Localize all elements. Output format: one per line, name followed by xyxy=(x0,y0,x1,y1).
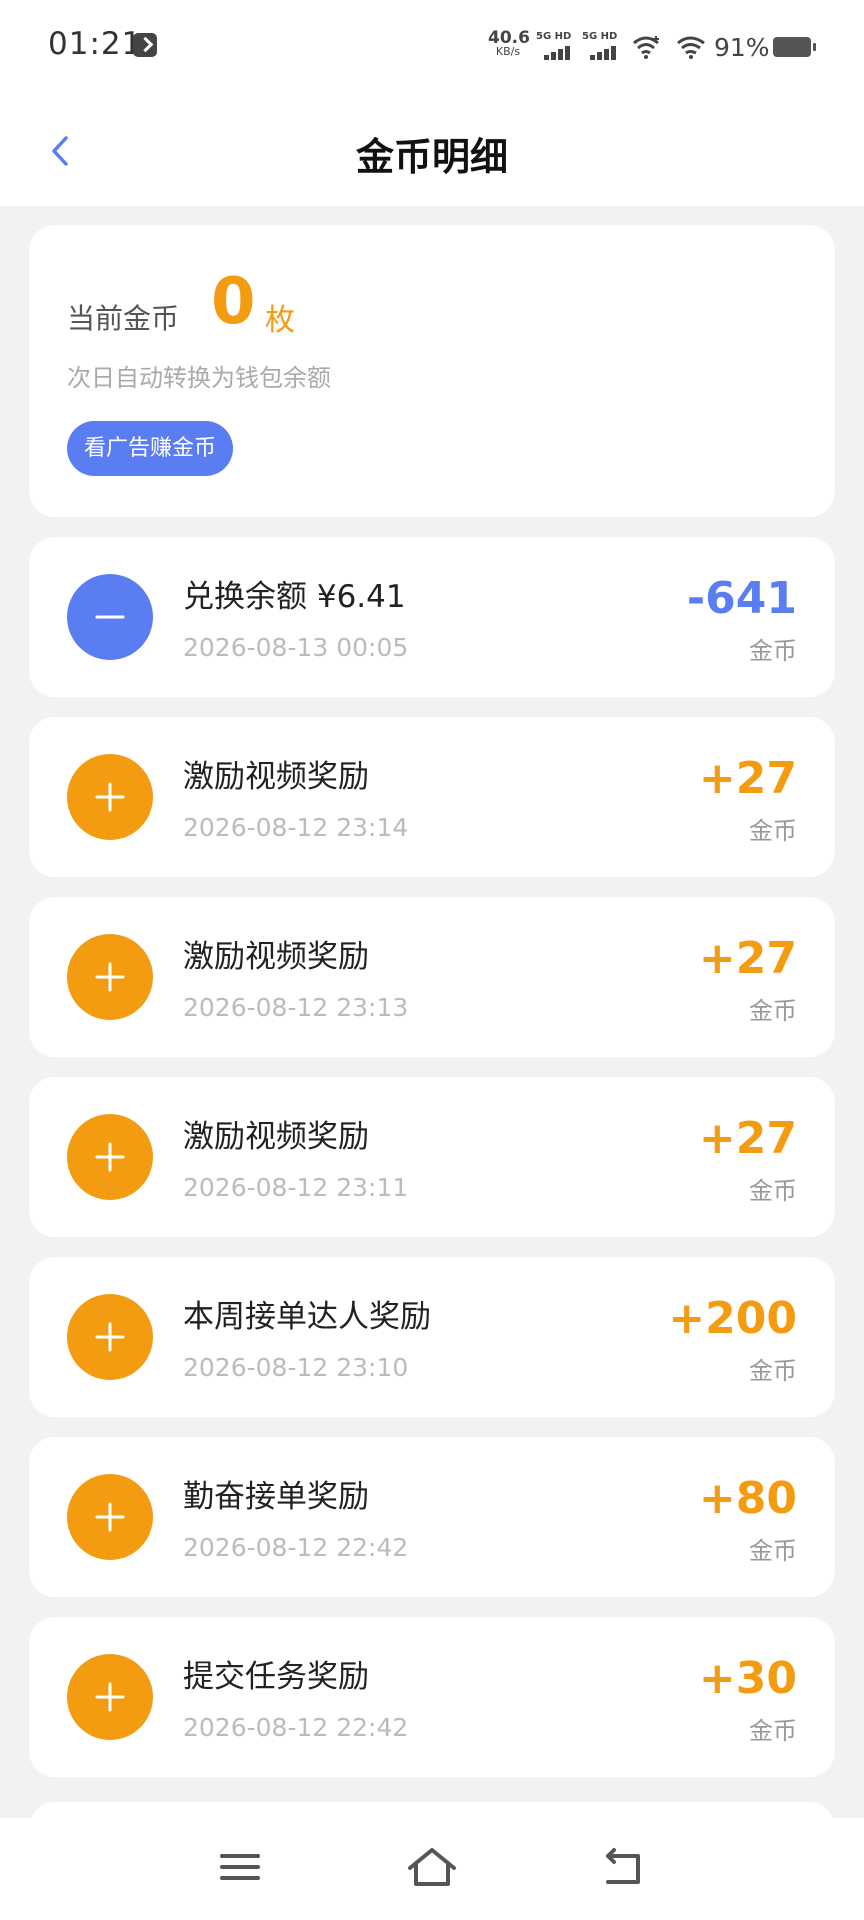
transaction-row[interactable]: 本周接单达人奖励 2026-08-12 23:10 +200 金币 xyxy=(29,1257,835,1417)
transaction-amount: +80 xyxy=(698,1473,797,1524)
current-coins-label: 当前金币 xyxy=(67,302,180,335)
transaction-row[interactable]: 激励视频奖励 2026-08-12 23:13 +27 金币 xyxy=(29,897,835,1057)
notification-app-icon xyxy=(133,33,157,57)
system-nav-bar xyxy=(0,1818,864,1920)
transaction-row[interactable]: 激励视频奖励 2026-08-12 23:14 +27 金币 xyxy=(29,717,835,877)
transaction-title: 激励视频奖励 xyxy=(183,759,369,795)
transaction-time: 2026-08-12 22:42 xyxy=(183,1533,409,1562)
sim2-signal: 5G HD xyxy=(582,31,624,61)
transaction-title: 提交任务奖励 xyxy=(183,1659,369,1695)
transaction-unit: 金币 xyxy=(749,1717,797,1745)
wifi-icon xyxy=(677,36,705,59)
transaction-unit: 金币 xyxy=(749,817,797,845)
transaction-row[interactable]: 兑换余额 ¥6.41 2026-08-13 00:05 -641 金币 xyxy=(29,537,835,697)
transaction-title: 激励视频奖励 xyxy=(183,939,369,975)
transaction-amount: +27 xyxy=(698,753,797,804)
battery-percent: 91% xyxy=(714,33,770,62)
network-speed-value: 40.6 xyxy=(488,28,530,48)
page-title: 金币明细 xyxy=(355,135,508,179)
transaction-time: 2026-08-12 23:13 xyxy=(183,993,409,1022)
transaction-row[interactable]: 勤奋接单奖励 2026-08-12 22:42 +80 金币 xyxy=(29,1437,835,1597)
transaction-time: 2026-08-13 00:05 xyxy=(183,633,409,662)
plus-icon xyxy=(67,1294,153,1380)
transaction-title: 勤奋接单奖励 xyxy=(183,1479,369,1515)
transaction-unit: 金币 xyxy=(749,1357,797,1385)
network-speed: 40.6 KB/s xyxy=(488,28,530,59)
status-bar: 01:21 40.6 KB/s 5G HD 5G HD 91% xyxy=(0,0,864,96)
transaction-unit: 金币 xyxy=(749,997,797,1025)
minus-icon xyxy=(67,574,153,660)
back-arrow-icon[interactable] xyxy=(594,1842,654,1892)
transaction-amount: -641 xyxy=(686,573,797,624)
transaction-time: 2026-08-12 22:42 xyxy=(183,1713,409,1742)
home-icon[interactable] xyxy=(402,1842,462,1892)
transaction-amount: +27 xyxy=(698,1113,797,1164)
transaction-amount: +30 xyxy=(698,1653,797,1704)
plus-icon xyxy=(67,1114,153,1200)
current-coins-unit: 枚 xyxy=(265,303,295,338)
plus-icon xyxy=(67,1654,153,1740)
battery-icon xyxy=(773,37,816,57)
plus-icon xyxy=(67,754,153,840)
sim1-label: 5G HD xyxy=(536,31,572,42)
transaction-unit: 金币 xyxy=(749,1177,797,1205)
transaction-time: 2026-08-12 23:11 xyxy=(183,1173,409,1202)
wifi-hotspot-icon xyxy=(633,36,659,59)
transaction-unit: 金币 xyxy=(749,1537,797,1565)
transaction-amount: +200 xyxy=(668,1293,797,1344)
transaction-amount: +27 xyxy=(698,933,797,984)
sim2-label: 5G HD xyxy=(582,31,618,42)
current-coins-value: 0 xyxy=(211,265,256,339)
transaction-row[interactable]: 激励视频奖励 2026-08-12 23:11 +27 金币 xyxy=(29,1077,835,1237)
conversion-hint: 次日自动转换为钱包余额 xyxy=(67,364,331,392)
transaction-title: 兑换余额 ¥6.41 xyxy=(183,579,406,615)
transaction-row[interactable]: 提交任务奖励 2026-08-12 22:42 +30 金币 xyxy=(29,1617,835,1777)
plus-icon xyxy=(67,934,153,1020)
status-time: 01:21 xyxy=(48,26,143,62)
plus-icon xyxy=(67,1474,153,1560)
transaction-title: 激励视频奖励 xyxy=(183,1119,369,1155)
transaction-time: 2026-08-12 23:14 xyxy=(183,813,409,842)
transaction-time: 2026-08-12 23:10 xyxy=(183,1353,409,1382)
watch-ad-earn-button[interactable]: 看广告赚金币 xyxy=(67,421,233,476)
transaction-title: 本周接单达人奖励 xyxy=(183,1299,431,1335)
signal-bars-icon xyxy=(544,46,574,60)
transaction-unit: 金币 xyxy=(749,637,797,665)
sim1-signal: 5G HD xyxy=(536,31,578,61)
signal-bars-icon xyxy=(590,46,620,60)
nav-header: 金币明细 xyxy=(0,96,864,206)
coin-summary-card: 当前金币 0 枚 次日自动转换为钱包余额 看广告赚金币 xyxy=(29,225,835,517)
menu-icon[interactable] xyxy=(210,1842,270,1892)
